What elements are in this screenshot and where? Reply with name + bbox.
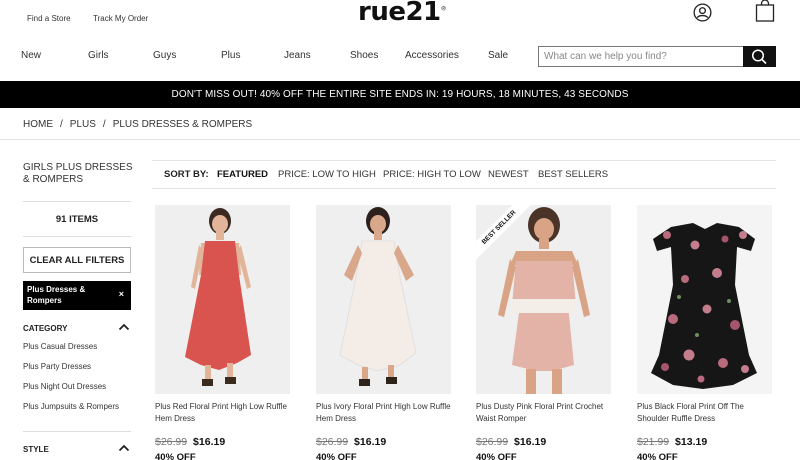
top-utility-bar: Find a Store Track My Order rue21®: [0, 0, 800, 40]
site-logo[interactable]: rue21®: [358, 0, 447, 27]
chevron-up-icon[interactable]: [118, 323, 130, 331]
breadcrumb-home[interactable]: HOME: [23, 119, 53, 130]
active-filter-label: Plus Dresses & Rompers: [27, 285, 86, 305]
category-facet-heading[interactable]: CATEGORY: [23, 324, 67, 333]
product-photo: [155, 205, 290, 394]
product-photo: [316, 205, 451, 394]
category-title: GIRLS PLUS DRESSES & ROMPERS: [23, 162, 133, 185]
close-icon[interactable]: ×: [119, 289, 124, 300]
discount-label: 40% OFF: [476, 452, 517, 460]
logo-mark: ®: [440, 5, 447, 13]
facet-link-party-dresses[interactable]: Plus Party Dresses: [23, 362, 91, 371]
original-price: $21.99: [637, 436, 670, 448]
sale-price: $16.19: [193, 436, 226, 448]
discount-label: 40% OFF: [637, 452, 678, 460]
price-row: $26.99 $16.19: [476, 436, 546, 448]
divider: [23, 431, 131, 432]
track-order-link[interactable]: Track My Order: [93, 14, 148, 23]
sort-option-price-low-high[interactable]: PRICE: LOW TO HIGH: [278, 169, 376, 180]
clear-all-filters-button[interactable]: CLEAR ALL FILTERS: [23, 247, 131, 273]
logo-text: rue21: [358, 0, 441, 27]
breadcrumb-plus[interactable]: PLUS: [70, 119, 96, 130]
breadcrumb-separator: /: [60, 119, 63, 130]
divider: [0, 139, 800, 140]
search-button[interactable]: [743, 46, 776, 67]
discount-label: 40% OFF: [155, 452, 196, 460]
badge-text: BEST SELLER: [476, 205, 536, 264]
facet-link-casual-dresses[interactable]: Plus Casual Dresses: [23, 342, 97, 351]
nav-item-accessories[interactable]: Accessories: [405, 50, 459, 61]
search-icon: [751, 49, 767, 65]
product-name[interactable]: Plus Black Floral Print Off The Shoulder…: [637, 401, 777, 425]
divider: [23, 201, 131, 202]
product-image[interactable]: BEST SELLER: [476, 205, 611, 394]
product-image[interactable]: [316, 205, 451, 394]
best-seller-badge: BEST SELLER: [476, 205, 536, 265]
product-name[interactable]: Plus Ivory Floral Print High Low Ruffle …: [316, 401, 456, 425]
breadcrumb-separator: /: [102, 119, 106, 130]
search-input[interactable]: [539, 47, 743, 66]
dress-shape: [512, 261, 576, 371]
items-count: 91 ITEMS: [55, 214, 99, 225]
active-filter-chip[interactable]: Plus Dresses & Rompers ×: [23, 281, 131, 310]
product-photo: [637, 205, 772, 394]
original-price: $26.99: [316, 436, 349, 448]
breadcrumb: HOME / PLUS / PLUS DRESSES & ROMPERS: [23, 119, 252, 130]
style-facet-heading[interactable]: STYLE: [23, 445, 49, 454]
nav-item-new[interactable]: New: [21, 50, 41, 61]
shopping-bag-icon[interactable]: [755, 0, 775, 22]
nav-item-shoes[interactable]: Shoes: [350, 50, 378, 61]
divider: [23, 236, 131, 237]
find-store-link[interactable]: Find a Store: [27, 14, 71, 23]
sort-by-label: SORT BY:: [164, 169, 209, 180]
sale-price: $13.19: [675, 436, 708, 448]
price-row: $26.99 $16.19: [316, 436, 386, 448]
original-price: $26.99: [155, 436, 188, 448]
product-name[interactable]: Plus Dusty Pink Floral Print Crochet Wai…: [476, 401, 616, 425]
divider: [152, 160, 776, 161]
nav-item-jeans[interactable]: Jeans: [284, 50, 311, 61]
facet-link-night-out-dresses[interactable]: Plus Night Out Dresses: [23, 382, 106, 391]
facet-link-jumpsuits-rompers[interactable]: Plus Jumpsuits & Rompers: [23, 402, 119, 411]
divider: [152, 188, 776, 189]
search-box: [538, 46, 776, 67]
price-row: $21.99 $13.19: [637, 436, 707, 448]
original-price: $26.99: [476, 436, 509, 448]
sort-option-newest[interactable]: NEWEST: [488, 169, 529, 180]
sort-option-featured[interactable]: FEATURED: [217, 169, 268, 180]
sort-option-price-high-low[interactable]: PRICE: HIGH TO LOW: [383, 169, 481, 180]
breadcrumb-current: PLUS DRESSES & ROMPERS: [112, 119, 253, 130]
product-image[interactable]: [155, 205, 290, 394]
price-row: $26.99 $16.19: [155, 436, 225, 448]
account-icon[interactable]: [693, 3, 712, 22]
product-image[interactable]: [637, 205, 772, 394]
nav-item-guys[interactable]: Guys: [153, 50, 176, 61]
nav-item-plus[interactable]: Plus: [221, 50, 240, 61]
product-name[interactable]: Plus Red Floral Print High Low Ruffle He…: [155, 401, 295, 425]
nav-item-girls[interactable]: Girls: [88, 50, 109, 61]
chevron-up-icon[interactable]: [118, 444, 130, 452]
promo-banner[interactable]: DON'T MISS OUT! 40% OFF THE ENTIRE SITE …: [0, 81, 800, 108]
sort-option-best-sellers[interactable]: BEST SELLERS: [538, 169, 608, 180]
sale-price: $16.19: [514, 436, 547, 448]
discount-label: 40% OFF: [316, 452, 357, 460]
sale-price: $16.19: [354, 436, 387, 448]
nav-item-sale[interactable]: Sale: [488, 50, 508, 61]
